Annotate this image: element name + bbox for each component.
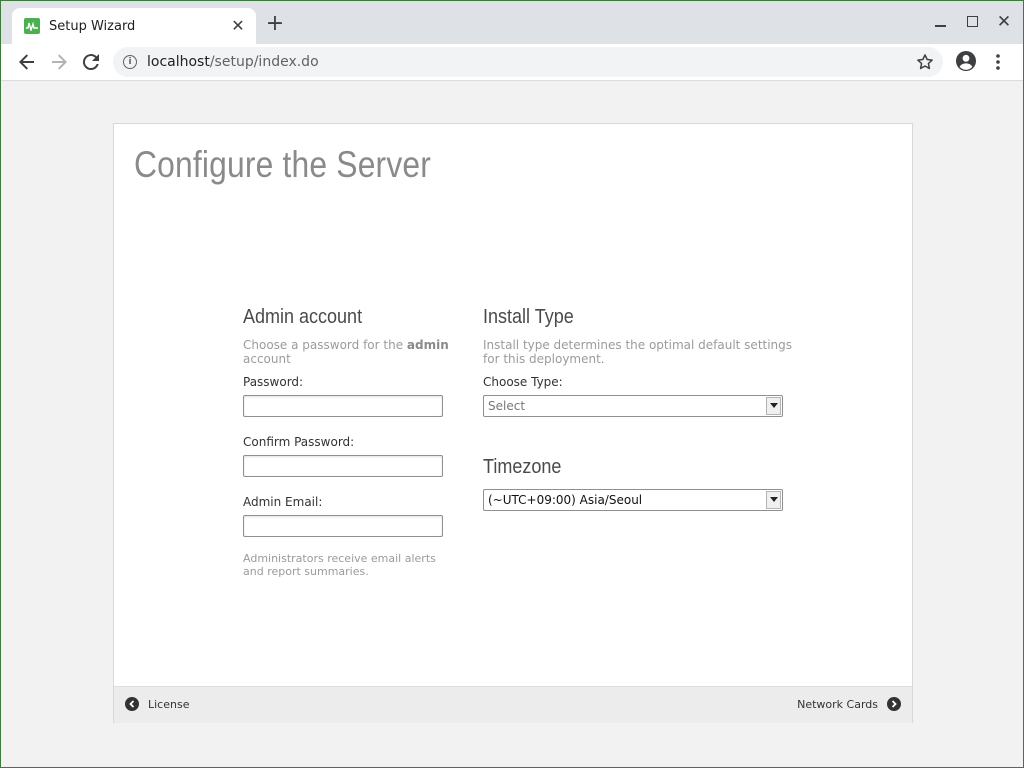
info-icon[interactable]: i bbox=[123, 55, 137, 69]
chevron-down-icon bbox=[766, 491, 781, 509]
back-icon[interactable] bbox=[15, 50, 39, 74]
install-type-select[interactable]: Select bbox=[483, 395, 783, 417]
confirm-password-input[interactable] bbox=[243, 455, 443, 477]
chevron-right-circle-icon bbox=[887, 697, 901, 711]
next-step-button[interactable]: Network Cards bbox=[797, 697, 901, 711]
app-favicon-icon bbox=[24, 18, 40, 34]
star-icon[interactable] bbox=[915, 52, 935, 72]
chevron-down-icon bbox=[766, 397, 781, 415]
admin-account-description: Choose a password for the admin account bbox=[243, 338, 449, 366]
admin-email-help: Administrators receive email alerts and … bbox=[243, 552, 436, 578]
timezone-value: (~UTC+09:00) Asia/Seoul bbox=[488, 493, 643, 507]
confirm-password-label: Confirm Password: bbox=[243, 435, 355, 449]
choose-type-label: Choose Type: bbox=[483, 375, 563, 389]
minimize-button[interactable] bbox=[930, 12, 952, 32]
previous-step-button[interactable]: License bbox=[125, 697, 189, 711]
browser-tab[interactable]: Setup Wizard ✕ bbox=[12, 8, 256, 44]
setup-card: Configure the Server Admin account Choos… bbox=[113, 123, 913, 723]
browser-titlebar: Setup Wizard ✕ + ✕ bbox=[0, 0, 1024, 44]
admin-email-label: Admin Email: bbox=[243, 495, 323, 509]
install-type-section: Install Type Install type determines the… bbox=[483, 306, 793, 511]
install-type-value: Select bbox=[488, 399, 526, 413]
admin-account-heading: Admin account bbox=[243, 306, 363, 328]
install-type-description: Install type determines the optimal defa… bbox=[483, 338, 793, 366]
maximize-button[interactable] bbox=[962, 12, 984, 32]
tab-close-icon[interactable]: ✕ bbox=[230, 18, 246, 34]
url-text: localhost/setup/index.do bbox=[147, 54, 319, 70]
close-window-button[interactable]: ✕ bbox=[993, 12, 1015, 32]
next-step-label: Network Cards bbox=[797, 697, 878, 711]
forward-icon[interactable] bbox=[47, 50, 71, 74]
chevron-left-circle-icon bbox=[125, 697, 139, 711]
account-icon[interactable] bbox=[955, 50, 977, 72]
page-title: Configure the Server bbox=[134, 144, 432, 185]
timezone-select[interactable]: (~UTC+09:00) Asia/Seoul bbox=[483, 489, 783, 511]
tab-title: Setup Wizard bbox=[49, 18, 136, 34]
install-type-heading: Install Type bbox=[483, 306, 574, 328]
address-bar[interactable]: i localhost/setup/index.do bbox=[113, 47, 943, 77]
wizard-footer: License Network Cards bbox=[114, 686, 912, 723]
admin-account-section: Admin account Choose a password for the … bbox=[243, 306, 453, 578]
previous-step-label: License bbox=[148, 697, 190, 711]
new-tab-button[interactable]: + bbox=[264, 13, 286, 36]
menu-icon[interactable] bbox=[988, 52, 1008, 72]
timezone-heading: Timezone bbox=[483, 456, 562, 478]
admin-email-input[interactable] bbox=[243, 515, 443, 537]
reload-icon[interactable] bbox=[79, 50, 103, 74]
password-input[interactable] bbox=[243, 395, 443, 417]
password-label: Password: bbox=[243, 375, 304, 389]
browser-toolbar: i localhost/setup/index.do bbox=[0, 44, 1024, 81]
